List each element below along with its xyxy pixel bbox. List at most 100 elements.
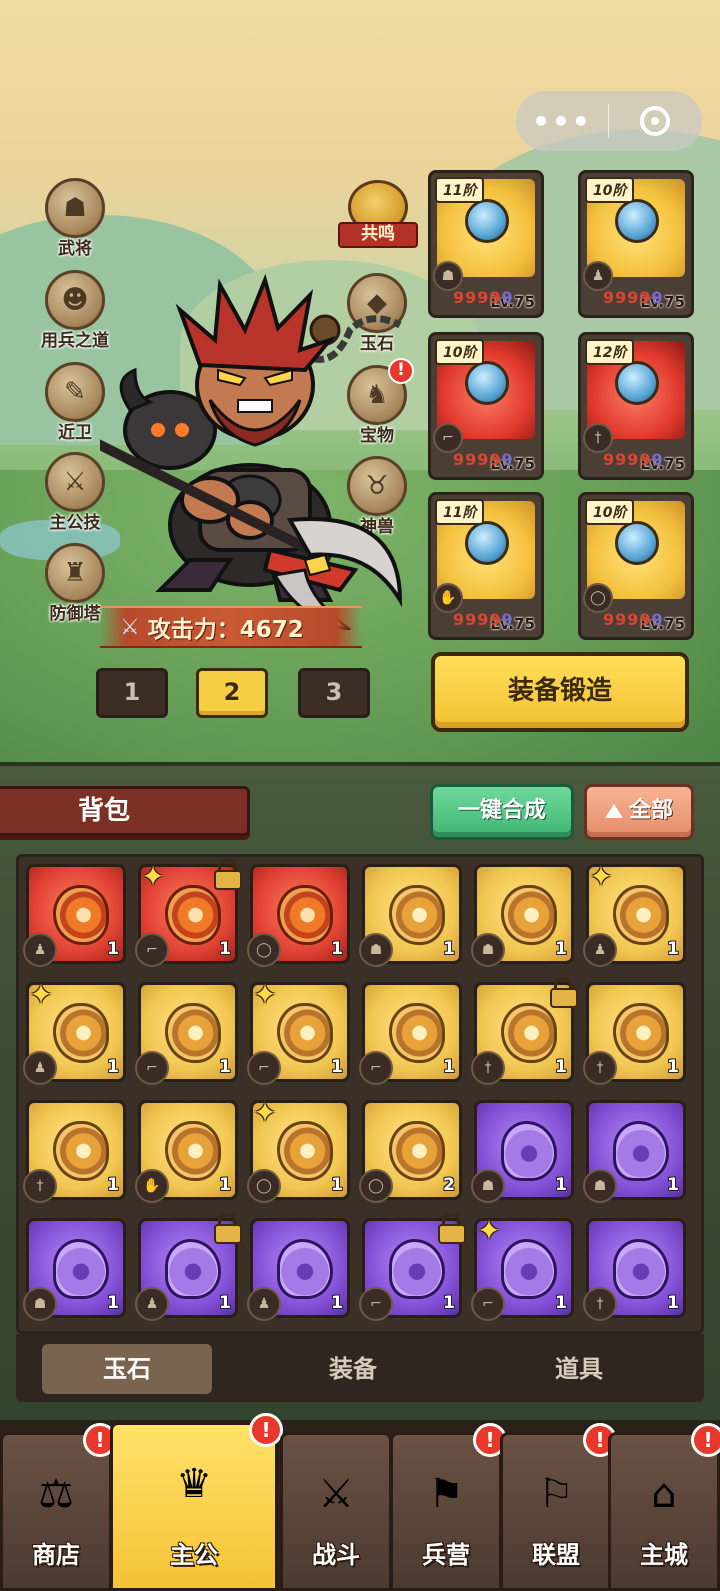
equip-slot-gloves[interactable]: 11阶 Lv.75 ✋ 99999	[428, 492, 544, 640]
purple-jade-icon	[613, 1121, 669, 1181]
sparkle-icon: ✦	[141, 860, 165, 893]
bag-item[interactable]: ✋ 1	[135, 1100, 238, 1203]
boots-type-icon: ⌐	[359, 1287, 393, 1321]
purple-jade-icon	[53, 1239, 109, 1299]
close-miniprogram-button[interactable]	[609, 106, 701, 136]
resonance-button[interactable]: 共鸣	[333, 180, 423, 248]
battle-icon: ⚔	[318, 1471, 354, 1517]
spiral-jade-icon	[53, 885, 109, 945]
spiral-jade-icon	[389, 885, 445, 945]
nav-label: 联盟	[532, 1541, 580, 1569]
helmet-type-icon: ☗	[583, 1169, 617, 1203]
weapon-type-icon: †	[583, 423, 613, 453]
helmet-type-icon: ☗	[471, 933, 505, 967]
bag-item[interactable]: † 1	[471, 977, 578, 1085]
item-count: 1	[107, 1293, 119, 1313]
sparkle-icon: ✦	[253, 978, 277, 1011]
nav-alliance[interactable]: ⚐ 联盟 !	[500, 1423, 617, 1591]
menu-general[interactable]: ☗ 武将	[30, 178, 120, 259]
helmet-type-icon: ☗	[433, 261, 463, 291]
bag-item[interactable]: † 1	[583, 1218, 686, 1321]
equip-slot-helmet[interactable]: 11阶 Lv.75 ☗ 99999	[428, 170, 544, 318]
bag-item[interactable]: † 1	[583, 982, 686, 1085]
tab-jade[interactable]: 玉石	[42, 1344, 212, 1394]
bag-item[interactable]: ♟ 1 ✦	[23, 979, 126, 1085]
loadout-tab-2[interactable]: 2	[196, 668, 268, 718]
bag-item[interactable]: ⌐ 1	[359, 982, 462, 1085]
tab-equipment[interactable]: 装备	[268, 1344, 438, 1394]
bag-item[interactable]: ⌐ 1	[359, 1213, 466, 1321]
nav-battle[interactable]: ⚔ 战斗	[280, 1432, 392, 1591]
nav-barracks[interactable]: ⚑ 兵营 !	[390, 1423, 507, 1591]
ring-type-icon: ◯	[359, 1169, 393, 1203]
equip-slot-ring[interactable]: 10阶 Lv.75 ◯ 99999	[578, 492, 694, 640]
weapon-type-icon: †	[23, 1169, 57, 1203]
armor-type-icon: ♟	[135, 1287, 169, 1321]
lock-icon	[549, 977, 578, 1008]
spiral-jade-icon	[501, 1003, 557, 1063]
lock-icon	[437, 1213, 466, 1244]
tower-icon: ♜	[45, 543, 105, 603]
bag-item[interactable]: ◯ 1 ✦	[247, 1097, 350, 1203]
filter-all-button[interactable]: 全部	[584, 784, 694, 840]
equip-slot-weapon[interactable]: 12阶 Lv.75 † 99999	[578, 332, 694, 480]
lock-icon	[213, 1213, 242, 1244]
spiral-jade-icon	[53, 1121, 109, 1181]
spiral-jade-icon	[165, 885, 221, 945]
item-count: 1	[107, 939, 119, 959]
skill-icon: ⚔	[45, 452, 105, 512]
boots-type-icon: ⌐	[135, 933, 169, 967]
bag-item[interactable]: ☗ 1	[471, 864, 574, 967]
tier-label: 10阶	[435, 339, 485, 365]
gem-icon	[615, 199, 659, 243]
bag-item[interactable]: ☗ 1	[359, 864, 462, 967]
nav-city[interactable]: ⌂ 主城 !	[608, 1423, 720, 1591]
bag-item[interactable]: ☗ 1	[583, 1100, 686, 1203]
bag-item[interactable]: ☗ 1	[23, 1218, 126, 1321]
bag-item[interactable]: ⌐ 1	[135, 982, 238, 1085]
spiral-jade-icon	[53, 1003, 109, 1063]
nav-lord[interactable]: ♛ 主公 !	[110, 1413, 283, 1591]
bag-item[interactable]: ◯ 1	[247, 864, 350, 967]
boots-type-icon: ⌐	[433, 423, 463, 453]
bag-item[interactable]: ♟ 1	[247, 1218, 350, 1321]
item-count: 1	[443, 939, 455, 959]
target-icon	[640, 106, 670, 136]
item-count: 1	[667, 1293, 679, 1313]
tab-items[interactable]: 道具	[494, 1344, 664, 1394]
spiral-jade-icon	[389, 1003, 445, 1063]
helmet-type-icon: ☗	[471, 1169, 505, 1203]
armor-type-icon: ♟	[247, 1287, 281, 1321]
item-count: 1	[667, 1057, 679, 1077]
weapon-type-icon: †	[583, 1287, 617, 1321]
bag-item[interactable]: ♟ 1	[135, 1213, 242, 1321]
one-click-merge-button[interactable]: 一键合成	[430, 784, 574, 840]
bag-item[interactable]: ⌐ 1 ✦	[471, 1215, 574, 1321]
more-menu-button[interactable]: •••	[516, 105, 608, 138]
bag-item[interactable]: † 1	[23, 1100, 126, 1203]
nav-shop[interactable]: ⚖ 商店 !	[0, 1423, 117, 1591]
item-count: 1	[443, 1293, 455, 1313]
equip-slot-armor[interactable]: 10阶 Lv.75 ♟ 99999	[578, 170, 694, 318]
bag-item[interactable]: ◯ 2	[359, 1100, 462, 1203]
item-count: 1	[219, 1293, 231, 1313]
loadout-tab-1[interactable]: 1	[96, 668, 168, 718]
equip-slot-boots[interactable]: 10阶 Lv.75 ⌐ 99999	[428, 332, 544, 480]
miniprogram-capsule: •••	[516, 91, 702, 151]
bag-item[interactable]: ☗ 1	[471, 1100, 574, 1203]
equip-stat: 99999	[603, 450, 664, 469]
item-count: 1	[219, 1057, 231, 1077]
purple-jade-icon	[613, 1239, 669, 1299]
equipment-forge-button[interactable]: 装备锻造	[431, 652, 689, 732]
bag-item[interactable]: ⌐ 1 ✦	[247, 978, 350, 1085]
bag-item[interactable]: ⌐ 1 ✦	[135, 859, 242, 967]
spiral-jade-icon	[277, 1003, 333, 1063]
loadout-tab-3[interactable]: 3	[298, 668, 370, 718]
bag-item[interactable]: ♟ 1 ✦	[583, 861, 686, 967]
spiral-jade-icon	[165, 1003, 221, 1063]
gem-icon	[465, 521, 509, 565]
nav-label: 主城	[640, 1541, 688, 1569]
weapon-type-icon: †	[471, 1051, 505, 1085]
bag-item[interactable]: ♟ 1	[23, 864, 126, 967]
boots-type-icon: ⌐	[247, 1051, 281, 1085]
